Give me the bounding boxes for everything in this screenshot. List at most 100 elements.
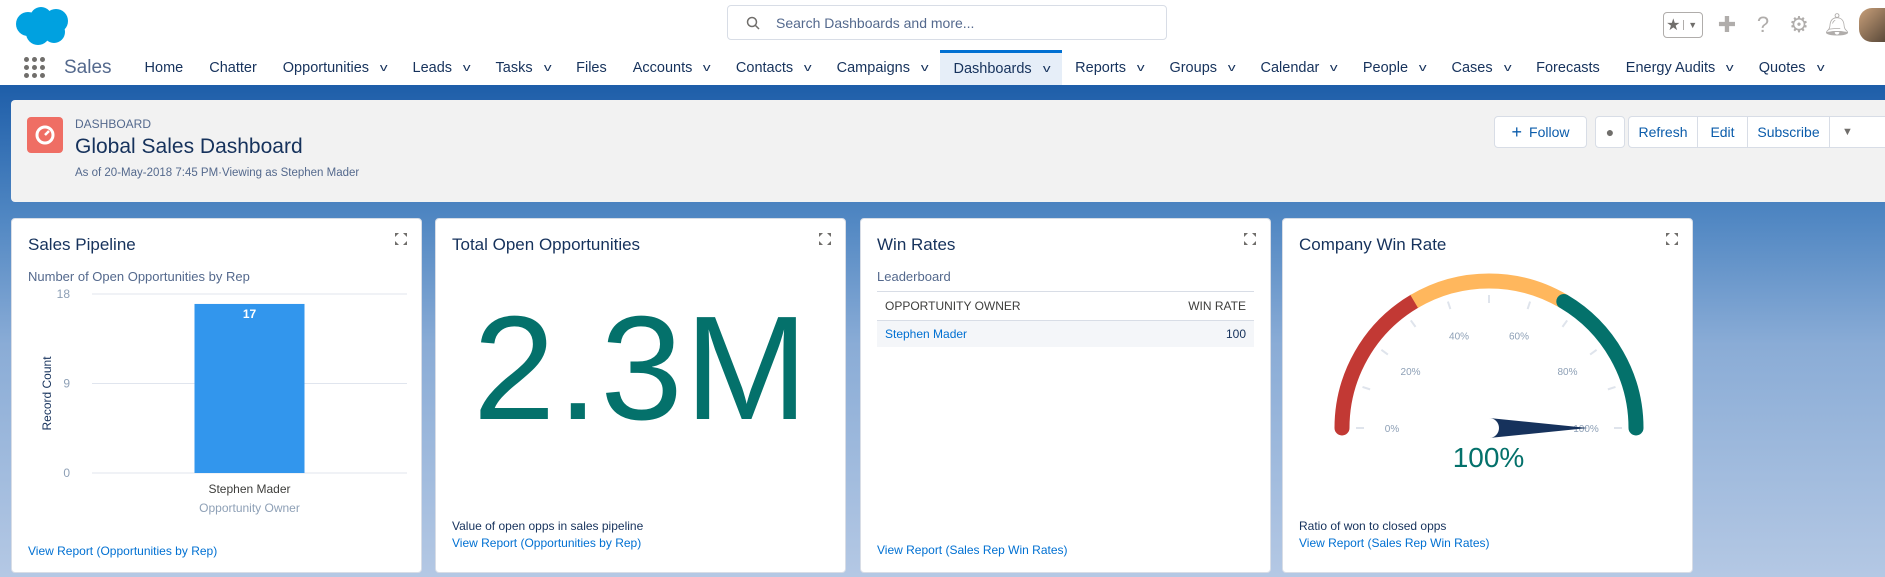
app-launcher-icon[interactable] bbox=[24, 57, 46, 78]
nav-tab-label: People bbox=[1362, 59, 1409, 76]
nav-tab-files[interactable]: Files bbox=[563, 50, 620, 85]
table-header-row: OPPORTUNITY OWNER WIN RATE bbox=[877, 291, 1254, 321]
expand-icon[interactable] bbox=[395, 233, 407, 245]
nav-tab-calendar[interactable]: Calendar v bbox=[1248, 50, 1350, 85]
nav-tab-quotes[interactable]: Quotes v bbox=[1746, 50, 1836, 85]
dashboard-gauge-icon bbox=[27, 117, 63, 153]
plus-icon: + bbox=[1511, 121, 1523, 142]
gauge-tick bbox=[1561, 319, 1568, 328]
more-actions-button[interactable]: ▼ bbox=[1829, 116, 1885, 148]
nav-tab-label: Quotes bbox=[1758, 59, 1806, 76]
nav-tab-tasks[interactable]: Tasks v bbox=[483, 50, 564, 85]
nav-tab-label: Contacts bbox=[735, 59, 794, 76]
gauge-tick bbox=[1410, 319, 1417, 328]
view-report-link[interactable]: View Report (Opportunities by Rep) bbox=[452, 536, 641, 550]
view-report-link[interactable]: View Report (Opportunities by Rep) bbox=[28, 544, 217, 558]
nav-tab-reports[interactable]: Reports v bbox=[1062, 50, 1156, 85]
chevron-down-icon[interactable]: v bbox=[804, 62, 812, 74]
chevron-down-icon[interactable]: v bbox=[1330, 62, 1338, 74]
subscribe-button[interactable]: Subscribe bbox=[1747, 116, 1830, 148]
gauge-band bbox=[1334, 293, 1422, 436]
card-title: Total Open Opportunities bbox=[452, 235, 641, 254]
view-report-link[interactable]: View Report (Sales Rep Win Rates) bbox=[1299, 536, 1490, 550]
salesforce-logo[interactable] bbox=[14, 6, 74, 46]
chevron-down-icon[interactable]: v bbox=[1228, 62, 1236, 74]
app-name: Sales bbox=[64, 56, 112, 78]
chevron-down-icon[interactable]: v bbox=[1419, 62, 1427, 74]
nav-tab-accounts[interactable]: Accounts v bbox=[620, 50, 723, 85]
y-tick-label: 0 bbox=[63, 466, 70, 480]
caret-down-icon: ▼ bbox=[1842, 126, 1853, 138]
bar bbox=[194, 303, 305, 473]
nav-tab-campaigns[interactable]: Campaigns v bbox=[824, 50, 941, 85]
bar-chart: 0 9 18 17 Stephen Mader Opportunity Owner Reco… bbox=[40, 287, 407, 515]
chevron-down-icon[interactable]: v bbox=[463, 62, 471, 74]
gauge-footer: Ratio of won to closed opps bbox=[1299, 519, 1447, 533]
column-header-owner[interactable]: OPPORTUNITY OWNER bbox=[877, 291, 1131, 321]
nav-tab-cases[interactable]: Cases v bbox=[1439, 50, 1524, 85]
column-header-win-rate[interactable]: WIN RATE bbox=[1130, 291, 1254, 321]
nav-tab-groups[interactable]: Groups v bbox=[1156, 50, 1247, 85]
gauge-tick bbox=[1362, 385, 1371, 391]
chevron-down-icon[interactable]: v bbox=[1504, 62, 1512, 74]
expand-icon[interactable] bbox=[1666, 233, 1678, 245]
nav-tab-label: Campaigns bbox=[836, 59, 910, 76]
search-input[interactable]: Search Dashboards and more... bbox=[727, 5, 1167, 40]
nav-tab-opportunities[interactable]: Opportunities v bbox=[270, 50, 400, 85]
nav-tab-leads[interactable]: Leads v bbox=[400, 50, 483, 85]
y-tick-label: 9 bbox=[63, 377, 70, 391]
chevron-down-icon[interactable]: v bbox=[703, 62, 711, 74]
y-axis-title: Record Count bbox=[40, 356, 54, 431]
global-create-icon[interactable]: ✚ bbox=[1715, 12, 1739, 38]
owner-link[interactable]: Stephen Mader bbox=[877, 320, 1131, 347]
nav-tab-people[interactable]: People v bbox=[1350, 50, 1439, 85]
nav-tab-label: Dashboards bbox=[953, 61, 1032, 77]
help-icon[interactable]: ? bbox=[1751, 12, 1775, 38]
user-avatar[interactable] bbox=[1859, 8, 1885, 42]
y-tick-label: 18 bbox=[57, 287, 71, 301]
nav-tab-chatter[interactable]: Chatter bbox=[196, 50, 270, 85]
chevron-down-icon[interactable]: v bbox=[1043, 63, 1051, 75]
company-win-rate-card: Company Win Rate 0% 20% 40% 60% 80% 100% 100%… bbox=[1282, 218, 1693, 573]
chevron-down-icon[interactable]: v bbox=[1726, 62, 1734, 74]
notifications-bell-icon[interactable]: 🔔︎ bbox=[1823, 12, 1851, 38]
search-icon bbox=[746, 16, 760, 30]
nav-tab-home[interactable]: Home bbox=[132, 50, 197, 85]
chat-icon: ● bbox=[1605, 124, 1615, 140]
x-axis-title: Opportunity Owner bbox=[199, 501, 300, 515]
feed-button[interactable]: ● bbox=[1595, 116, 1625, 148]
nav-tab-forecasts[interactable]: Forecasts bbox=[1523, 50, 1613, 85]
nav-tab-label: Calendar bbox=[1260, 59, 1320, 76]
gauge-tick bbox=[1526, 301, 1532, 310]
expand-icon[interactable] bbox=[819, 233, 831, 245]
chevron-down-icon[interactable]: v bbox=[544, 62, 552, 74]
favorites-button[interactable]: ★ ▼ bbox=[1663, 12, 1703, 38]
card-title: Company Win Rate bbox=[1299, 235, 1447, 254]
view-report-link[interactable]: View Report (Sales Rep Win Rates) bbox=[877, 543, 1068, 557]
x-tick-label: Stephen Mader bbox=[208, 482, 290, 496]
card-title: Sales Pipeline bbox=[28, 235, 136, 254]
nav-tab-label: Forecasts bbox=[1536, 59, 1600, 76]
card-title: Win Rates bbox=[877, 235, 956, 254]
metric-footer: Value of open opps in sales pipeline bbox=[452, 519, 644, 533]
page-title: Global Sales Dashboard bbox=[75, 135, 303, 158]
refresh-button[interactable]: Refresh bbox=[1628, 116, 1698, 148]
follow-button[interactable]: + Follow bbox=[1494, 116, 1587, 148]
dashboard-header: DASHBOARD Global Sales Dashboard As of 2… bbox=[11, 100, 1885, 202]
table-row: Stephen Mader 100 bbox=[877, 320, 1254, 347]
nav-tab-dashboards[interactable]: Dashboards v bbox=[940, 50, 1063, 85]
win-rate-value: 100 bbox=[1130, 320, 1254, 347]
edit-button[interactable]: Edit bbox=[1697, 116, 1748, 148]
chevron-down-icon[interactable]: v bbox=[1816, 62, 1824, 74]
chevron-down-icon[interactable]: v bbox=[921, 62, 929, 74]
chevron-down-icon[interactable]: v bbox=[1137, 62, 1145, 74]
expand-icon[interactable] bbox=[1244, 233, 1256, 245]
setup-gear-icon[interactable]: ⚙ bbox=[1787, 12, 1811, 38]
gauge-tick-label: 60% bbox=[1509, 332, 1529, 343]
nav-tab-label: Reports bbox=[1075, 59, 1126, 76]
app-nav-bar: Sales Home Chatter Opportunities v Leads v Tas… bbox=[0, 50, 1885, 85]
nav-tab-contacts[interactable]: Contacts v bbox=[723, 50, 824, 85]
nav-tab-energy-audits[interactable]: Energy Audits v bbox=[1613, 50, 1746, 85]
nav-tab-label: Tasks bbox=[495, 59, 533, 76]
chevron-down-icon[interactable]: v bbox=[380, 62, 388, 74]
